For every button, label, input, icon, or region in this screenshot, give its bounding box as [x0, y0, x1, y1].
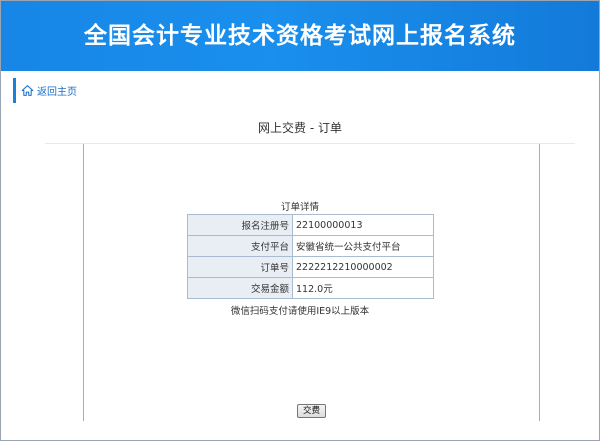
- header-banner: 全国会计专业技术资格考试网上报名系统: [1, 1, 599, 71]
- page-frame: 全国会计专业技术资格考试网上报名系统 返回主页 网上交费 - 订单 订单详情 报…: [0, 0, 600, 441]
- registration-number-value: 22100000013: [292, 214, 434, 236]
- home-icon: [21, 85, 34, 96]
- return-home-label: 返回主页: [37, 87, 77, 98]
- return-home-link[interactable]: 返回主页: [13, 78, 589, 103]
- table-row: 支付平台 安徽省统一公共支付平台: [187, 235, 434, 257]
- table-row: 报名注册号 22100000013: [187, 214, 434, 236]
- table-row: 交易金额 112.0元: [187, 277, 434, 299]
- system-title: 全国会计专业技术资格考试网上报名系统: [84, 23, 516, 49]
- pay-button[interactable]: 交费: [297, 404, 326, 418]
- table-row: 订单号 2222212210000002: [187, 256, 434, 278]
- page-title: 网上交费 - 订单: [258, 121, 342, 135]
- order-detail-table: 报名注册号 22100000013 支付平台 安徽省统一公共支付平台 订单号 2…: [187, 214, 434, 299]
- order-detail-caption: 订单详情: [280, 202, 319, 213]
- payment-platform-value: 安徽省统一公共支付平台: [292, 235, 434, 257]
- amount-label: 交易金额: [187, 277, 293, 299]
- order-number-label: 订单号: [187, 256, 293, 278]
- payment-platform-label: 支付平台: [187, 235, 293, 257]
- wechat-payment-note: 微信扫码支付请使用IE9以上版本: [230, 306, 370, 317]
- registration-number-label: 报名注册号: [187, 214, 293, 236]
- amount-value: 112.0元: [292, 277, 434, 299]
- order-number-value: 2222212210000002: [292, 256, 434, 278]
